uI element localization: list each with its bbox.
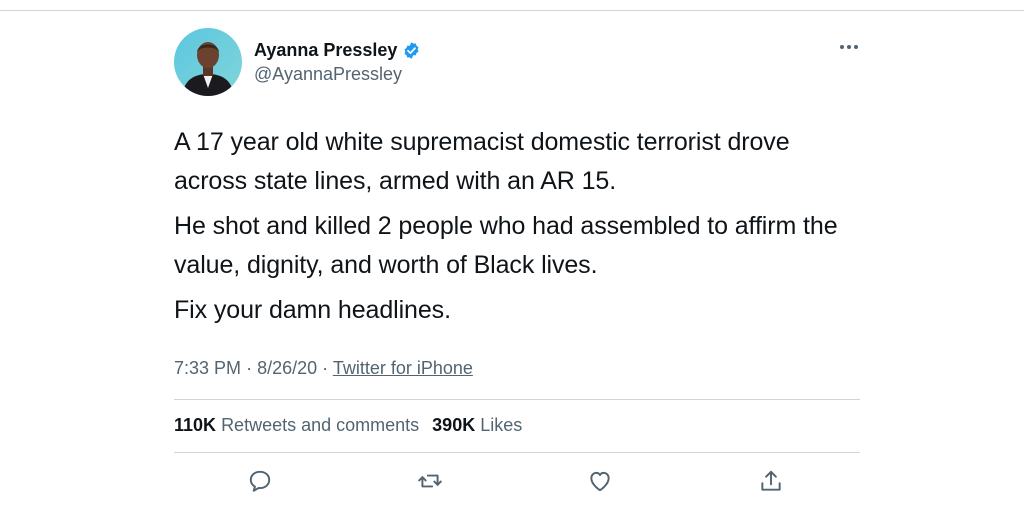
tweet-paragraph: He shot and killed 2 people who had asse… xyxy=(174,212,838,279)
tweet-source-link[interactable]: Twitter for iPhone xyxy=(333,358,473,378)
likes-stat[interactable]: 390K Likes xyxy=(432,415,522,435)
share-icon[interactable] xyxy=(758,468,784,494)
handle[interactable]: @AyannaPressley xyxy=(254,64,421,85)
tweet-paragraph: A 17 year old white supremacist domestic… xyxy=(174,128,790,195)
tweet-date[interactable]: 8/26/20 xyxy=(257,358,317,378)
tweet-time[interactable]: 7:33 PM xyxy=(174,358,241,378)
retweets-count: 110K xyxy=(174,415,217,435)
verified-badge-icon xyxy=(404,41,419,59)
meta-separator: · xyxy=(322,358,329,378)
stats-top-divider xyxy=(174,399,860,400)
action-bar xyxy=(174,468,860,494)
heart-icon[interactable] xyxy=(587,468,613,494)
stats-bottom-divider xyxy=(174,452,860,453)
tweet-paragraph: Fix your damn headlines. xyxy=(174,296,451,324)
author-block: Ayanna Pressley @AyannaPressley xyxy=(254,38,421,85)
more-options-icon[interactable] xyxy=(838,42,860,52)
likes-count: 390K xyxy=(432,415,476,435)
engagement-stats: 110K Retweets and comments 390K Likes xyxy=(174,415,522,436)
likes-label: Likes xyxy=(480,415,523,435)
tweet-text: A 17 year old white supremacist domestic… xyxy=(174,123,860,336)
reply-icon[interactable] xyxy=(247,468,273,494)
avatar[interactable] xyxy=(174,28,242,96)
retweets-stat[interactable]: 110K Retweets and comments xyxy=(174,415,419,435)
top-divider xyxy=(0,10,1024,11)
retweet-icon[interactable] xyxy=(417,468,443,494)
retweets-label: Retweets and comments xyxy=(221,415,420,435)
tweet-meta: 7:33 PM · 8/26/20 · Twitter for iPhone xyxy=(174,358,473,379)
name-row: Ayanna Pressley xyxy=(254,38,421,62)
meta-separator: · xyxy=(246,358,253,378)
display-name[interactable]: Ayanna Pressley xyxy=(254,40,397,61)
